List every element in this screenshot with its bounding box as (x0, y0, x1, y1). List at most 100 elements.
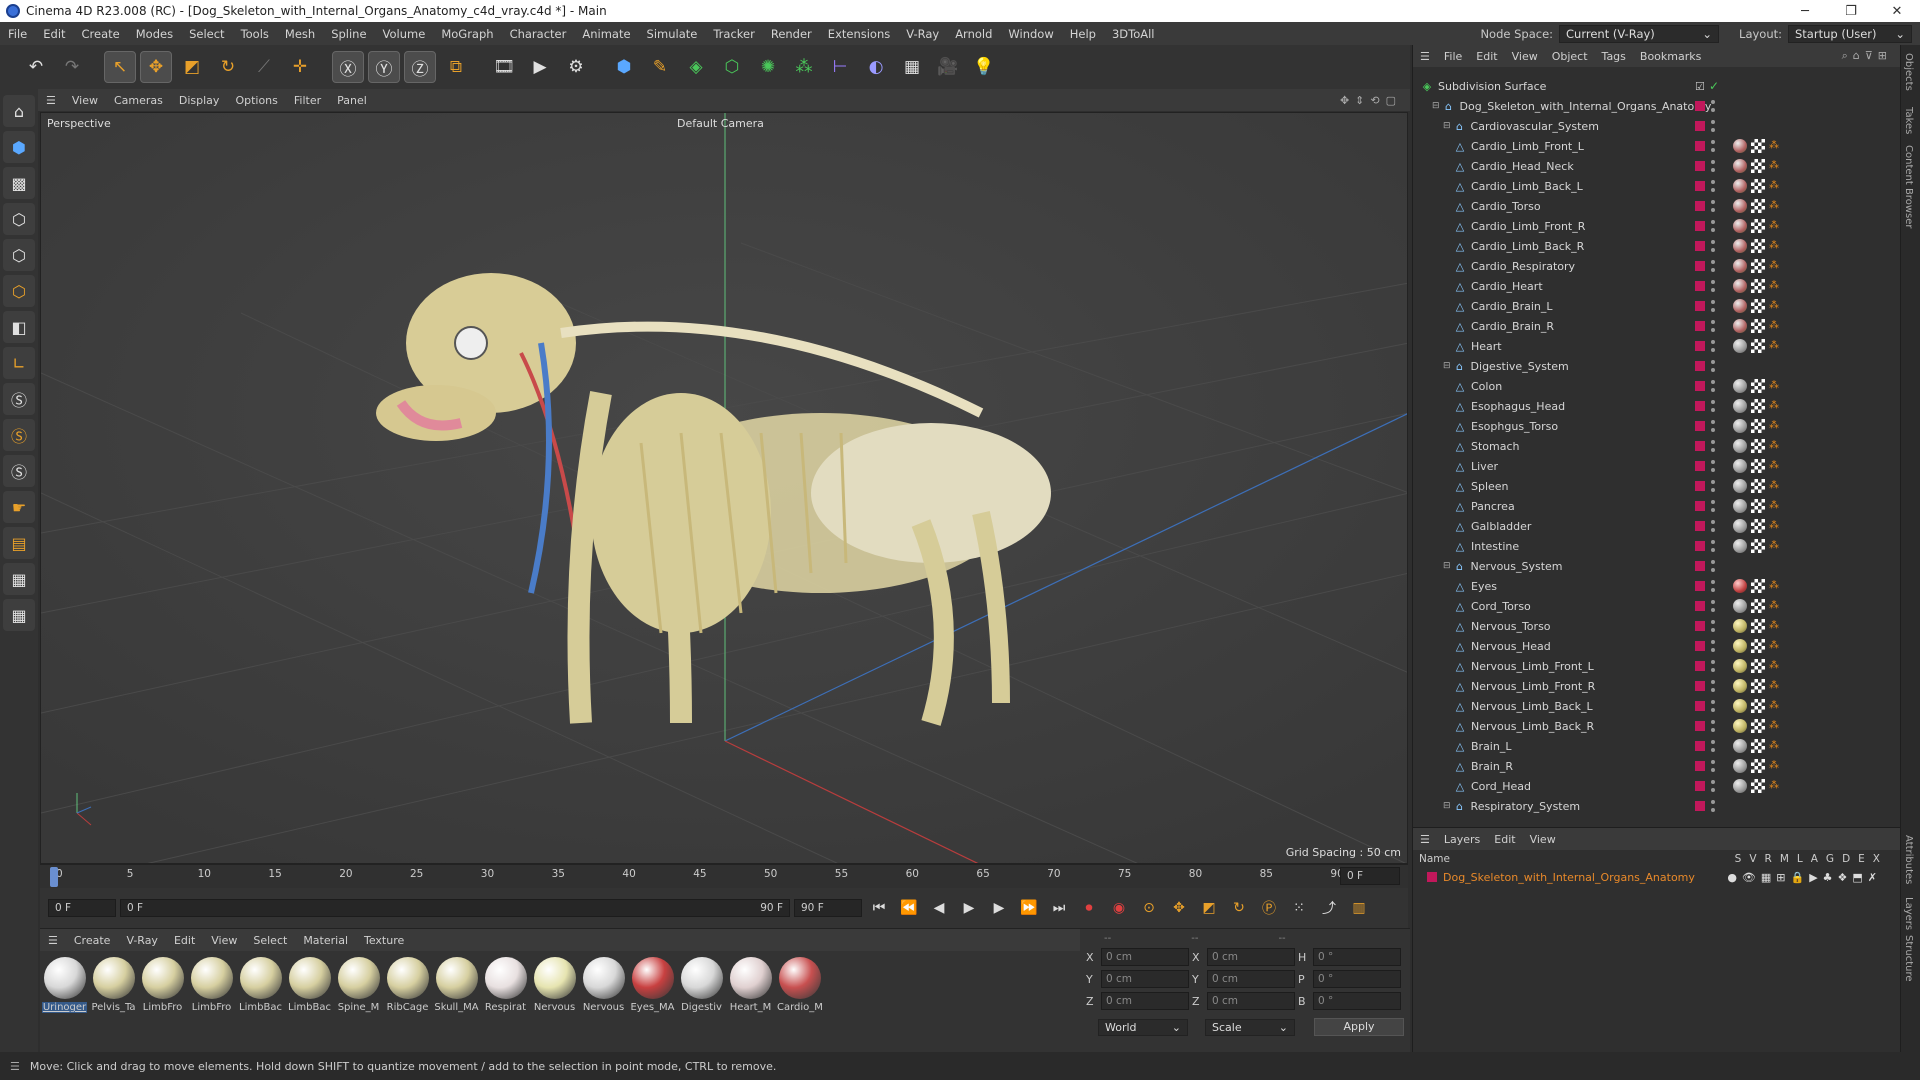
material-tag-icon[interactable] (1733, 539, 1747, 553)
grid-workplane-icon[interactable]: ▦ (3, 563, 35, 595)
selection-tag-icon[interactable]: ⁂ (1769, 641, 1779, 651)
uvw-tag-icon[interactable] (1751, 139, 1765, 153)
tab-objects[interactable]: Objects (1903, 53, 1914, 91)
menu-edit[interactable]: Edit (35, 27, 73, 41)
material-tag-icon[interactable] (1733, 659, 1747, 673)
node-space-dropdown[interactable]: Current (V-Ray) ⌄ (1559, 24, 1720, 43)
coord-value-field[interactable]: 0 cm (1207, 948, 1295, 966)
object-menu-file[interactable]: File (1437, 50, 1469, 63)
viewport-menu-display[interactable]: Display (171, 94, 228, 107)
layer-color-swatch[interactable] (1695, 701, 1705, 711)
coord-value-field[interactable]: 0 ° (1313, 948, 1401, 966)
object-row[interactable]: △ Brain_L ⁂ (1413, 736, 1883, 756)
visibility-dots-icon[interactable] (1711, 420, 1717, 432)
layer-color-swatch[interactable] (1695, 441, 1705, 451)
edges-mode-icon[interactable]: ⬡ (3, 239, 35, 271)
selection-tag-icon[interactable]: ⁂ (1769, 161, 1779, 171)
layer-color-swatch[interactable] (1695, 761, 1705, 771)
viewport-menu-cameras[interactable]: Cameras (106, 94, 171, 107)
visibility-dots-icon[interactable] (1711, 260, 1717, 272)
scale-icon[interactable]: ◩ (176, 51, 208, 83)
material-tag-icon[interactable] (1733, 279, 1747, 293)
expand-toggle-icon[interactable]: ⊟ (1443, 361, 1451, 371)
material-tag-icon[interactable] (1733, 459, 1747, 473)
coord-value-field[interactable]: 0 ° (1313, 992, 1401, 1010)
layer-color-swatch[interactable] (1695, 601, 1705, 611)
visibility-dots-icon[interactable] (1711, 120, 1717, 132)
layer-color-swatch[interactable] (1695, 501, 1705, 511)
layer-color-swatch[interactable] (1695, 581, 1705, 591)
quantize-icon[interactable]: Ⓢ (3, 455, 35, 487)
material-swatch[interactable]: Skull_MA (434, 957, 479, 1013)
light-icon[interactable]: 💡 (968, 51, 1000, 83)
viewport-camera-label[interactable]: Default Camera (677, 117, 764, 130)
uvw-tag-icon[interactable] (1751, 699, 1765, 713)
go-to-start-icon[interactable]: ⏮ (866, 895, 892, 921)
start-frame-field[interactable]: 0 F (48, 899, 116, 917)
menu-mesh[interactable]: Mesh (277, 27, 323, 41)
uvw-tag-icon[interactable] (1751, 219, 1765, 233)
visibility-dots-icon[interactable] (1711, 620, 1717, 632)
viewport-menu-options[interactable]: Options (227, 94, 285, 107)
selection-tag-icon[interactable]: ⁂ (1769, 261, 1779, 271)
layer-color-swatch[interactable] (1695, 261, 1705, 271)
material-swatch[interactable]: Cardio_M (777, 957, 822, 1013)
menu-modes[interactable]: Modes (128, 27, 181, 41)
layer-color-swatch[interactable] (1695, 661, 1705, 671)
object-row[interactable]: △ Cardio_Limb_Back_L ⁂ (1413, 176, 1883, 196)
menu-tools[interactable]: Tools (233, 27, 277, 41)
layer-color-swatch[interactable] (1695, 461, 1705, 471)
uvw-tag-icon[interactable] (1751, 519, 1765, 533)
layer-color-swatch[interactable] (1695, 561, 1705, 571)
visibility-dots-icon[interactable] (1711, 640, 1717, 652)
layer-color-swatch[interactable] (1695, 621, 1705, 631)
layer-color-swatch[interactable] (1695, 321, 1705, 331)
object-group-row[interactable]: ⊟ ⌂ Digestive_System (1413, 356, 1883, 376)
object-menu-edit[interactable]: Edit (1469, 50, 1504, 63)
expand-toggle-icon[interactable]: ⊟ (1443, 121, 1451, 131)
status-menu-icon[interactable]: ☰ (0, 1060, 30, 1073)
material-swatch[interactable]: Spine_M (336, 957, 381, 1013)
material-tag-icon[interactable] (1733, 779, 1747, 793)
selection-tag-icon[interactable]: ⁂ (1769, 321, 1779, 331)
expand-toggle-icon[interactable]: ⊟ (1432, 101, 1440, 111)
object-row[interactable]: △ Nervous_Limb_Front_R ⁂ (1413, 676, 1883, 696)
material-tag-icon[interactable] (1733, 519, 1747, 533)
selection-tag-icon[interactable]: ⁂ (1769, 421, 1779, 431)
object-row[interactable]: △ Nervous_Limb_Front_L ⁂ (1413, 656, 1883, 676)
selection-tag-icon[interactable]: ⁂ (1769, 761, 1779, 771)
material-tag-icon[interactable] (1733, 339, 1747, 353)
render-settings-icon[interactable]: ⚙ (560, 51, 592, 83)
polygons-mode-icon[interactable]: ⬡ (3, 275, 35, 307)
menu-volume[interactable]: Volume (375, 27, 434, 41)
next-key-icon[interactable]: ⏩ (1016, 895, 1042, 921)
selection-tag-icon[interactable]: ⁂ (1769, 241, 1779, 251)
enable-checkbox-icon[interactable]: ☑ (1695, 80, 1705, 93)
scale-dropdown[interactable]: Scale ⌄ (1205, 1018, 1295, 1036)
visibility-dots-icon[interactable] (1711, 500, 1717, 512)
uvw-tag-icon[interactable] (1751, 319, 1765, 333)
motion-system-icon[interactable]: ⤴ (1316, 895, 1342, 921)
material-tag-icon[interactable] (1733, 219, 1747, 233)
object-row[interactable]: △ Cord_Torso ⁂ (1413, 596, 1883, 616)
object-row[interactable]: △ Esophagus_Head ⁂ (1413, 396, 1883, 416)
layout-dropdown[interactable]: Startup (User) ⌄ (1788, 24, 1912, 43)
viewport-menu-panel[interactable]: Panel (329, 94, 375, 107)
floor-icon[interactable]: ▦ (896, 51, 928, 83)
object-group-row[interactable]: ⊟ ⌂ Respiratory_System (1413, 796, 1883, 816)
pen-spline-icon[interactable]: ✎ (644, 51, 676, 83)
live-selection-icon[interactable]: ↖ (104, 51, 136, 83)
visibility-dots-icon[interactable] (1711, 380, 1717, 392)
visibility-dots-icon[interactable] (1711, 280, 1717, 292)
object-menu-bookmarks[interactable]: Bookmarks (1633, 50, 1708, 63)
material-tag-icon[interactable] (1733, 499, 1747, 513)
timeline-icon[interactable]: ▥ (1346, 895, 1372, 921)
material-tag-icon[interactable] (1733, 439, 1747, 453)
material-swatch[interactable]: RibCage (385, 957, 430, 1013)
material-tag-icon[interactable] (1733, 759, 1747, 773)
undo-icon[interactable]: ↶ (20, 51, 52, 83)
object-row[interactable]: △ Cardio_Brain_R ⁂ (1413, 316, 1883, 336)
coord-value-field[interactable]: 0 cm (1101, 948, 1189, 966)
coord-value-field[interactable]: 0 ° (1313, 970, 1401, 988)
layer-color-swatch[interactable] (1695, 201, 1705, 211)
